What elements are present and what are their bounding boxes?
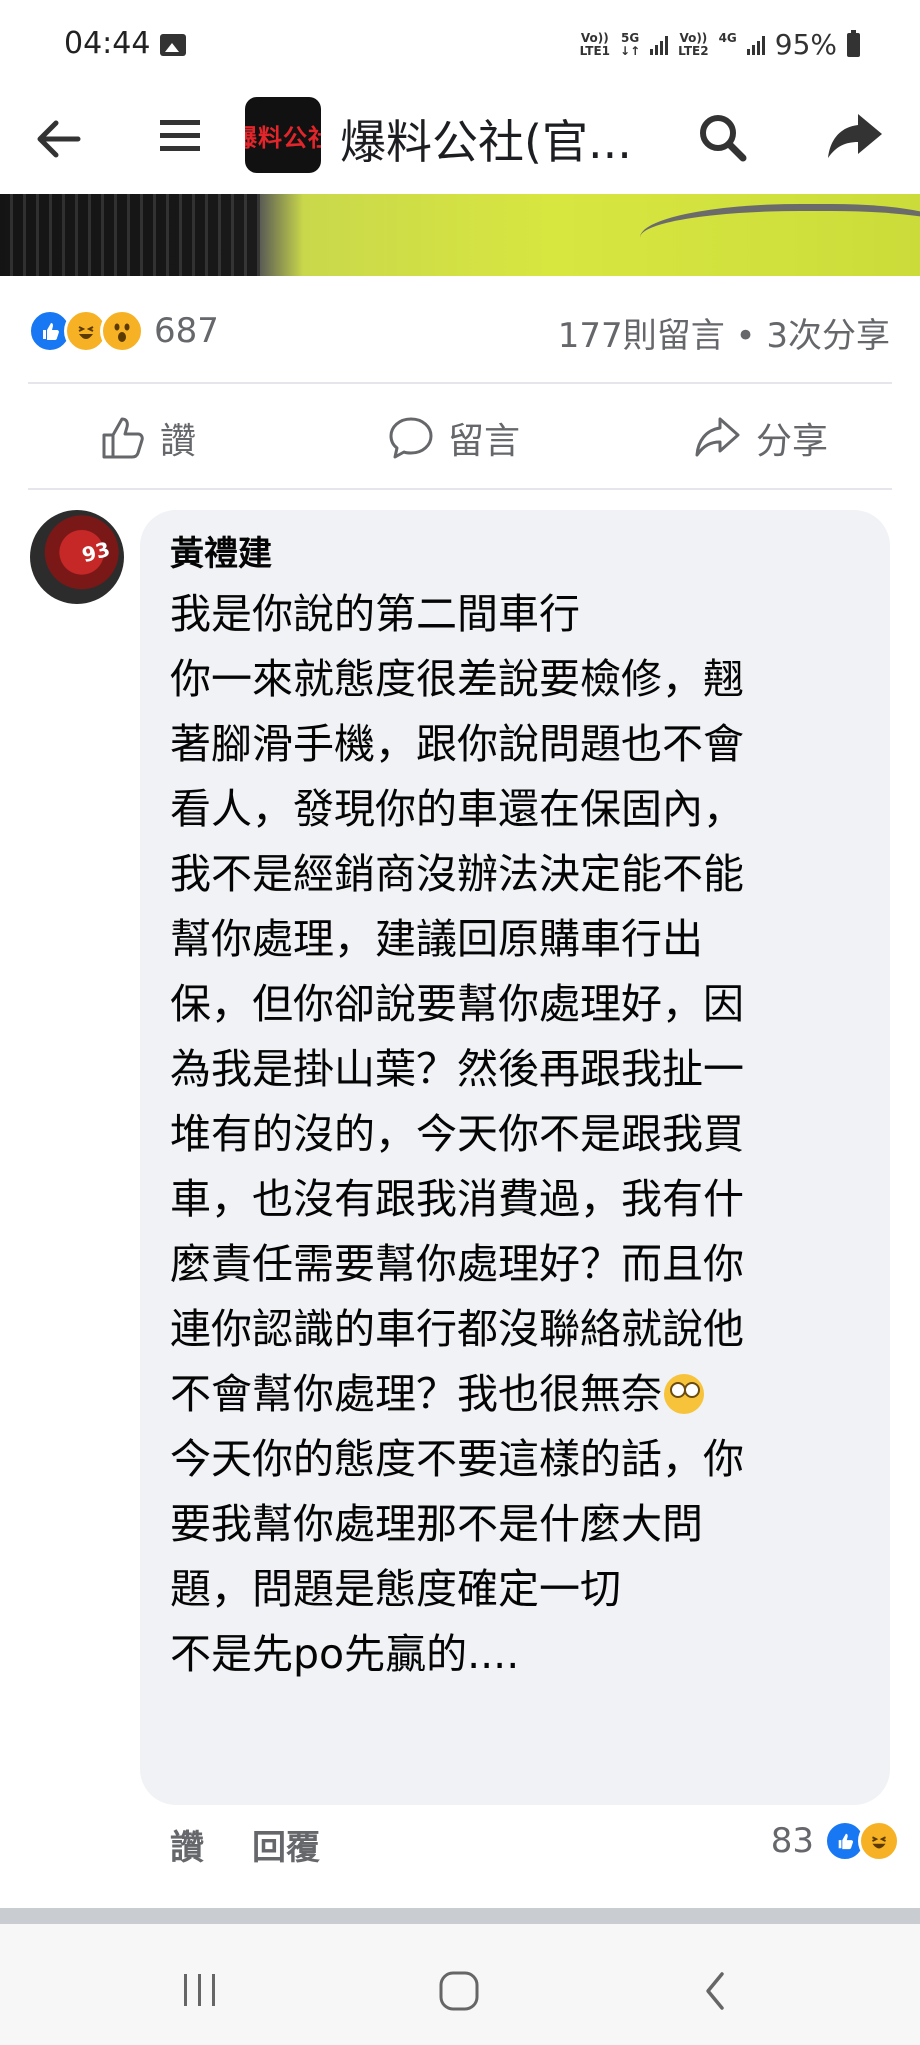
gallery-notification-icon	[160, 34, 186, 56]
page-logo[interactable]: 爆料公社	[245, 97, 321, 173]
system-nav-bar	[0, 1924, 920, 2045]
search-icon[interactable]	[695, 110, 749, 164]
comment-actions: 讚 回覆	[170, 1820, 320, 1869]
comment-line: 幫你處理，建議回原購車行出	[170, 915, 703, 963]
comment-share-summary[interactable]: 177則留言 • 3次分享	[558, 308, 890, 357]
battery-icon	[847, 29, 860, 57]
comment-line: 我不是經銷商沒辦法決定能不能	[170, 850, 744, 898]
haha-reaction-icon	[858, 1820, 900, 1862]
comment-line: 不是先po先贏的....	[170, 1630, 520, 1678]
like-label: 讚	[160, 421, 197, 462]
post-reactions[interactable]: 687	[28, 308, 219, 354]
avatar-number: 93	[79, 536, 113, 568]
comment-line: 為我是掛山葉？然後再跟我扯一	[170, 1045, 744, 1093]
share-arrow-icon	[695, 417, 740, 457]
share-icon[interactable]	[826, 110, 884, 164]
status-time: 04:44	[64, 26, 151, 61]
network1-type: 5G ↓↑	[620, 30, 641, 58]
like-button[interactable]: 讚	[100, 410, 196, 466]
back-nav-icon[interactable]	[700, 1970, 730, 2012]
home-icon[interactable]	[438, 1970, 480, 2012]
thumbs-up-icon	[102, 417, 144, 459]
reaction-count: 687	[154, 311, 219, 351]
comment-bubble-icon	[389, 417, 433, 459]
comment-reply-button[interactable]: 回覆	[252, 1820, 320, 1869]
share-label: 分享	[756, 421, 829, 462]
comment-line: 今天你的態度不要這樣的話，你	[170, 1435, 744, 1483]
eye-roll-emoji-icon	[664, 1374, 704, 1414]
comment-line: 連你認識的車行都沒聯絡就說他	[170, 1305, 744, 1353]
back-arrow-icon[interactable]	[32, 112, 86, 166]
status-indicators: Vo)) LTE1 5G ↓↑ Vo)) LTE2 4G 95%	[580, 28, 860, 61]
recent-apps-icon[interactable]	[180, 1972, 220, 2008]
avatar[interactable]: 93	[30, 510, 124, 604]
divider	[28, 382, 892, 384]
comment-line: 看人，發現你的車還在保固內，	[170, 785, 744, 833]
network2-type: 4G	[718, 30, 737, 45]
share-button[interactable]: 分享	[694, 410, 828, 466]
comment-text: 我是你說的第二間車行 你一來就態度很差說要檢修，翹 著腳滑手機，跟你說問題也不會…	[170, 582, 870, 1687]
network1-label: Vo)) LTE1	[579, 30, 611, 58]
page-logo-text: 爆料公社	[245, 123, 321, 152]
comment-label: 留言	[448, 421, 521, 462]
comment-line-with-emoji: 不會幫你處理？我也很無奈	[170, 1362, 870, 1427]
divider	[28, 488, 892, 490]
comment-line: 我是你說的第二間車行	[170, 590, 580, 638]
comment-button[interactable]: 留言	[388, 410, 520, 466]
menu-icon[interactable]	[160, 114, 200, 158]
post-image[interactable]	[0, 194, 920, 276]
comment-reaction-count: 83	[770, 1821, 814, 1861]
section-divider	[0, 1908, 920, 1924]
comment-like-button[interactable]: 讚	[170, 1820, 204, 1869]
signal2-icon	[746, 35, 765, 55]
comment-line: 你一來就態度很差說要檢修，翹	[170, 655, 744, 703]
battery-percent: 95%	[774, 28, 837, 61]
comment-reactions[interactable]: 83	[770, 1820, 900, 1862]
wow-reaction-icon	[100, 309, 144, 353]
comment-line: 堆有的沒的，今天你不是跟我買	[170, 1110, 744, 1158]
comment-line: 著腳滑手機，跟你說問題也不會	[170, 720, 744, 768]
comment-line-text: 不會幫你處理？我也很無奈	[170, 1370, 662, 1418]
comment-line: 保，但你卻說要幫你處理好，因	[170, 980, 744, 1028]
page-title[interactable]: 爆料公社(官...	[340, 106, 632, 172]
comment-line: 要我幫你處理那不是什麼大問	[170, 1500, 703, 1548]
comment-line: 題，問題是態度確定一切	[170, 1565, 621, 1613]
network2-label: Vo)) LTE2	[678, 30, 709, 58]
commenter-name[interactable]: 黃禮建	[170, 526, 272, 575]
signal1-icon	[650, 35, 669, 55]
comment-line: 麼責任需要幫你處理好？而且你	[170, 1240, 744, 1288]
comment-line: 車，也沒有跟我消費過，我有什	[170, 1175, 744, 1223]
